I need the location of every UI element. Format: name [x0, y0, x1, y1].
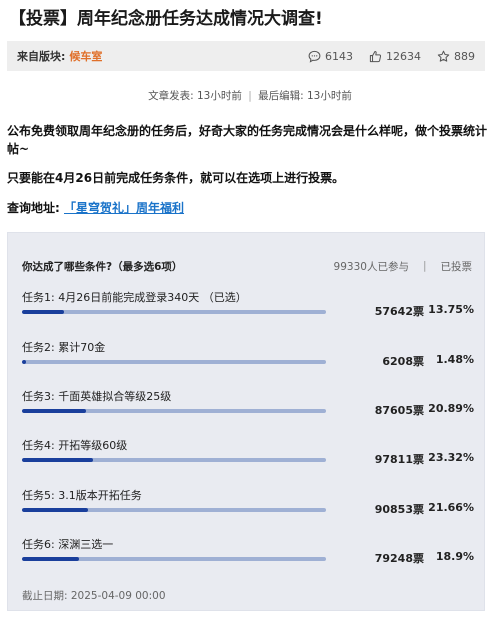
poll-option-bar	[22, 508, 326, 512]
thumbs-up-icon	[369, 50, 382, 62]
poll-panel: 你达成了哪些条件?（最多选6项） 99330人已参与 | 已投票 任务1: 4月…	[7, 232, 485, 611]
poll-option-bar	[22, 360, 326, 364]
poll-option-percent: 18.9%	[435, 550, 474, 563]
poll-option-votes: 90853票	[374, 503, 424, 516]
published-time: 文章发表: 13小时前	[148, 90, 242, 102]
poll-status: 已投票	[440, 260, 473, 273]
poll-option-bar-fill	[22, 508, 88, 512]
poll-option[interactable]: 任务5: 3.1版本开拓任务 90853票 21.66%	[22, 487, 474, 529]
condition-text-end: 完成任务条件，就可以在选项上进行投票。	[116, 171, 345, 185]
condition-date: 4月26日前	[55, 171, 117, 185]
board-label: 来自版块:	[17, 50, 66, 63]
poll-option-label: 任务1: 4月26日前能完成登录340天 （已选）	[22, 291, 247, 304]
poll-option-label: 任务6: 深渊三选一	[22, 538, 114, 551]
time-separator: |	[248, 90, 252, 102]
poll-option-label: 任务4: 开拓等级60级	[22, 439, 128, 452]
poll-option[interactable]: 任务2: 累计70金 6208票 1.48%	[22, 339, 474, 381]
post-meta-bar: 来自版块: 候车室 6143 12634 889	[7, 41, 485, 71]
poll-option-votes: 57642票	[374, 305, 424, 318]
comment-icon	[308, 50, 321, 63]
poll-option[interactable]: 任务3: 千面英雄拟合等级25级 87605票 20.89%	[22, 388, 474, 430]
poll-header-separator: |	[422, 260, 427, 272]
poll-option[interactable]: 任务6: 深渊三选一 79248票 18.9%	[22, 536, 474, 578]
favorite-stat[interactable]: 889	[437, 50, 475, 63]
poll-option-bar-fill	[22, 409, 86, 413]
like-count: 12634	[386, 49, 421, 63]
poll-option-votes: 87605票	[374, 404, 424, 417]
poll-option-percent: 13.75%	[428, 303, 474, 316]
poll-option-percent: 1.48%	[435, 353, 474, 366]
post-timestamps: 文章发表: 13小时前 | 最后编辑: 13小时前	[0, 88, 500, 103]
board-link[interactable]: 候车室	[69, 48, 102, 64]
favorite-count: 889	[454, 49, 475, 63]
edited-time: 最后编辑: 13小时前	[258, 90, 352, 102]
star-icon	[437, 50, 450, 62]
poll-option-percent: 20.89%	[428, 402, 474, 415]
poll-option-percent: 23.32%	[428, 451, 474, 464]
poll-option-percent: 21.66%	[428, 501, 474, 514]
poll-option-bar	[22, 310, 326, 314]
poll-option-bar-fill	[22, 458, 93, 462]
comment-stat[interactable]: 6143	[308, 50, 353, 63]
view-count: 6143	[325, 49, 353, 63]
poll-option-bar-fill	[22, 310, 64, 314]
query-label: 查询地址:	[7, 201, 60, 215]
poll-option[interactable]: 任务4: 开拓等级60级 97811票 23.32%	[22, 437, 474, 479]
poll-option-bar	[22, 458, 326, 462]
condition-text-start: 只要能在	[7, 171, 56, 185]
poll-option-bar	[22, 409, 326, 413]
poll-header: 你达成了哪些条件?（最多选6项） 99330人已参与 | 已投票	[22, 258, 472, 274]
post-paragraph-condition: 只要能在4月26日前完成任务条件，就可以在选项上进行投票。	[7, 169, 491, 187]
poll-option-votes: 6208票	[382, 355, 424, 368]
poll-option-votes: 97811票	[374, 453, 424, 466]
poll-deadline: 截止日期: 2025-04-09 00:00	[22, 590, 166, 602]
poll-option-votes: 79248票	[374, 552, 424, 565]
like-stat[interactable]: 12634	[369, 50, 421, 63]
post-paragraph: 公布免费领取周年纪念册的任务后，好奇大家的任务完成情况会是什么样呢，做个投票统计…	[7, 124, 488, 156]
poll-participants: 99330人已参与	[333, 260, 409, 273]
query-address: 查询地址: 「星穹贺礼」周年福利	[7, 199, 491, 217]
poll-option-bar-fill	[22, 557, 80, 561]
poll-option-bar-fill	[22, 360, 27, 364]
poll-option-label: 任务2: 累计70金	[22, 341, 106, 354]
post-title: 【投票】周年纪念册任务达成情况大调查!	[9, 9, 323, 29]
poll-option-bar	[22, 557, 326, 561]
query-link[interactable]: 「星穹贺礼」周年福利	[64, 201, 184, 215]
poll-option-label: 任务5: 3.1版本开拓任务	[22, 489, 142, 502]
poll-question: 你达成了哪些条件?（最多选6项）	[22, 260, 183, 273]
poll-option-label: 任务3: 千面英雄拟合等级25级	[22, 390, 172, 403]
post-stats: 6143 12634 889	[308, 50, 475, 63]
poll-option[interactable]: 任务1: 4月26日前能完成登录340天 （已选） 57642票 13.75%	[22, 289, 474, 331]
